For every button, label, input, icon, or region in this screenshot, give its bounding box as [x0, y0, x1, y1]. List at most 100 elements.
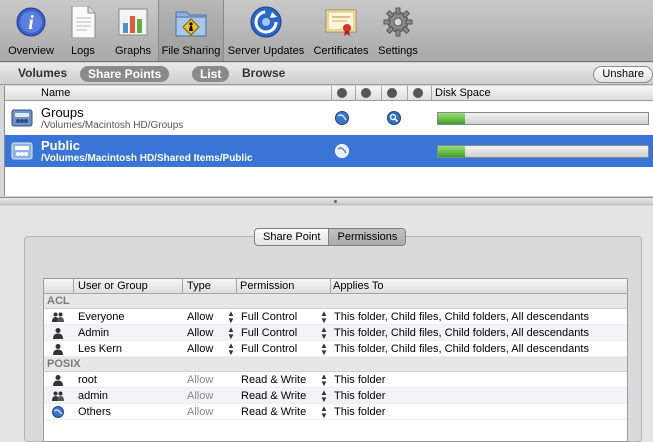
acl-permission[interactable]: Full Control [241, 311, 297, 323]
toolbar-label: Overview [8, 45, 54, 57]
globe-icon [52, 406, 64, 418]
acl-user: Everyone [78, 311, 125, 323]
toolbar-label: Settings [378, 45, 418, 57]
name-column-header[interactable]: Name [41, 87, 70, 99]
toolbar-settings-button[interactable]: Settings [376, 6, 420, 60]
permissions-header: User or Group Type Permission Applies To [44, 279, 627, 294]
toolbar-label: Logs [71, 45, 95, 57]
acl-permission[interactable]: Full Control [241, 343, 297, 355]
type-stepper-icon[interactable]: ▲ ▼ [227, 326, 235, 341]
toolbar-logs-button[interactable]: Logs [64, 6, 102, 60]
afp-globe-icon [337, 88, 347, 98]
applies-to-column-header[interactable]: Applies To [333, 280, 384, 292]
split-view-divider[interactable] [0, 197, 653, 205]
toolbar-graphs-button[interactable]: Graphs [112, 6, 154, 60]
permission-stepper-icon[interactable]: ▲ ▼ [320, 405, 328, 420]
posix-row[interactable]: Others Allow Read & Write ▲ ▼ This folder [44, 404, 627, 420]
posix-type: Allow [187, 390, 214, 402]
shared-folder-icon [175, 6, 207, 38]
type-stepper-icon[interactable]: ▲ ▼ [227, 342, 235, 357]
bar-chart-icon [117, 6, 149, 38]
posix-type: Allow [187, 406, 214, 418]
group-icon [52, 391, 64, 401]
toolbar-server-updates-button[interactable]: Server Updates [228, 6, 304, 60]
acl-row[interactable]: Everyone Allow ▲ ▼ Full Control ▲ ▼ This f… [44, 309, 627, 325]
posix-section-header: POSIX [44, 357, 627, 372]
type-stepper-icon[interactable]: ▲ ▼ [227, 310, 235, 325]
list-view-tab[interactable]: List [192, 66, 230, 82]
posix-user: Others [78, 406, 112, 418]
disk-space-fill [438, 146, 466, 157]
list-header: Name Disk Space [5, 86, 653, 101]
tab-share-point[interactable]: Share Point [255, 229, 328, 245]
spotlight-icon [387, 88, 397, 98]
posix-row[interactable]: root Allow Read & Write ▲ ▼ This folder [44, 372, 627, 388]
user-icon [53, 328, 63, 339]
acl-applies[interactable]: This folder, Child files, Child folders,… [334, 343, 589, 355]
view-segment-bar: Volumes Share Points List Browse Unshare [0, 63, 653, 85]
posix-applies: This folder [334, 374, 386, 386]
document-icon [67, 6, 99, 38]
share-points-tab[interactable]: Share Points [80, 66, 170, 82]
disk-space-column-header[interactable]: Disk Space [435, 87, 491, 99]
posix-permission[interactable]: Read & Write [241, 406, 306, 418]
tab-permissions[interactable]: Permissions [328, 229, 406, 245]
share-point-name: Groups [41, 105, 84, 120]
gear-icon [382, 6, 414, 38]
acl-applies[interactable]: This folder, Child files, Child folders,… [334, 327, 589, 339]
disk-space-bar [437, 112, 649, 125]
toolbar: i Overview Logs Graphs File Sharing Serv… [0, 0, 653, 62]
permission-stepper-icon[interactable]: ▲ ▼ [320, 342, 328, 357]
toolbar-label: Server Updates [227, 45, 305, 57]
network-share-icon [11, 109, 33, 127]
posix-row[interactable]: admin Allow Read & Write ▲ ▼ This folder [44, 388, 627, 404]
share-points-list: Name Disk Space Groups /Volumes/Macintos… [4, 86, 653, 196]
user-icon [53, 344, 63, 355]
share-point-row[interactable]: Groups /Volumes/Macintosh HD/Groups [5, 102, 653, 134]
svg-text:i: i [28, 12, 34, 34]
permission-stepper-icon[interactable]: ▲ ▼ [320, 373, 328, 388]
unshare-button[interactable]: Unshare [593, 66, 653, 83]
permission-stepper-icon[interactable]: ▲ ▼ [320, 326, 328, 341]
permission-stepper-icon[interactable]: ▲ ▼ [320, 389, 328, 404]
volumes-tab[interactable]: Volumes [18, 66, 67, 80]
permissions-table: User or Group Type Permission Applies To… [43, 278, 628, 442]
acl-type[interactable]: Allow [187, 327, 213, 339]
acl-row[interactable]: Les Kern Allow ▲ ▼ Full Control ▲ ▼ This f… [44, 341, 627, 357]
details-tab-bar: Share Point Permissions [254, 228, 407, 246]
toolbar-certificates-button[interactable]: Certificates [312, 6, 370, 60]
info-icon: i [15, 6, 47, 38]
posix-user: admin [78, 390, 108, 402]
time-machine-icon [413, 88, 423, 98]
toolbar-label: Certificates [313, 45, 369, 57]
posix-applies: This folder [334, 406, 386, 418]
posix-user: root [78, 374, 97, 386]
type-column-header[interactable]: Type [187, 280, 211, 292]
posix-permission[interactable]: Read & Write [241, 390, 306, 402]
spotlight-icon [387, 111, 401, 125]
share-point-row-selected[interactable]: Public /Volumes/Macintosh HD/Shared Item… [5, 135, 653, 167]
user-icon [53, 375, 63, 386]
globe-icon [335, 144, 349, 158]
permission-stepper-icon[interactable]: ▲ ▼ [320, 310, 328, 325]
acl-type[interactable]: Allow [187, 343, 213, 355]
acl-user: Admin [78, 327, 110, 339]
posix-type: Allow [187, 374, 214, 386]
acl-row[interactable]: Admin Allow ▲ ▼ Full Control ▲ ▼ This fold… [44, 325, 627, 341]
acl-type[interactable]: Allow [187, 311, 213, 323]
toolbar-file-sharing-button[interactable]: File Sharing [158, 0, 224, 61]
acl-applies[interactable]: This folder, Child files, Child folders,… [334, 311, 589, 323]
toolbar-overview-button[interactable]: i Overview [6, 6, 56, 60]
permission-column-header[interactable]: Permission [240, 280, 294, 292]
user-or-group-column-header[interactable]: User or Group [78, 280, 148, 292]
share-point-path: /Volumes/Macintosh HD/Groups [41, 120, 184, 131]
network-share-icon [11, 142, 33, 160]
browse-view-tab[interactable]: Browse [242, 66, 285, 80]
share-point-name: Public [41, 138, 81, 153]
posix-applies: This folder [334, 390, 386, 402]
smb-icon [361, 88, 371, 98]
certificate-icon [325, 6, 357, 38]
acl-permission[interactable]: Full Control [241, 327, 297, 339]
toolbar-label: File Sharing [161, 45, 221, 57]
posix-permission[interactable]: Read & Write [241, 374, 306, 386]
